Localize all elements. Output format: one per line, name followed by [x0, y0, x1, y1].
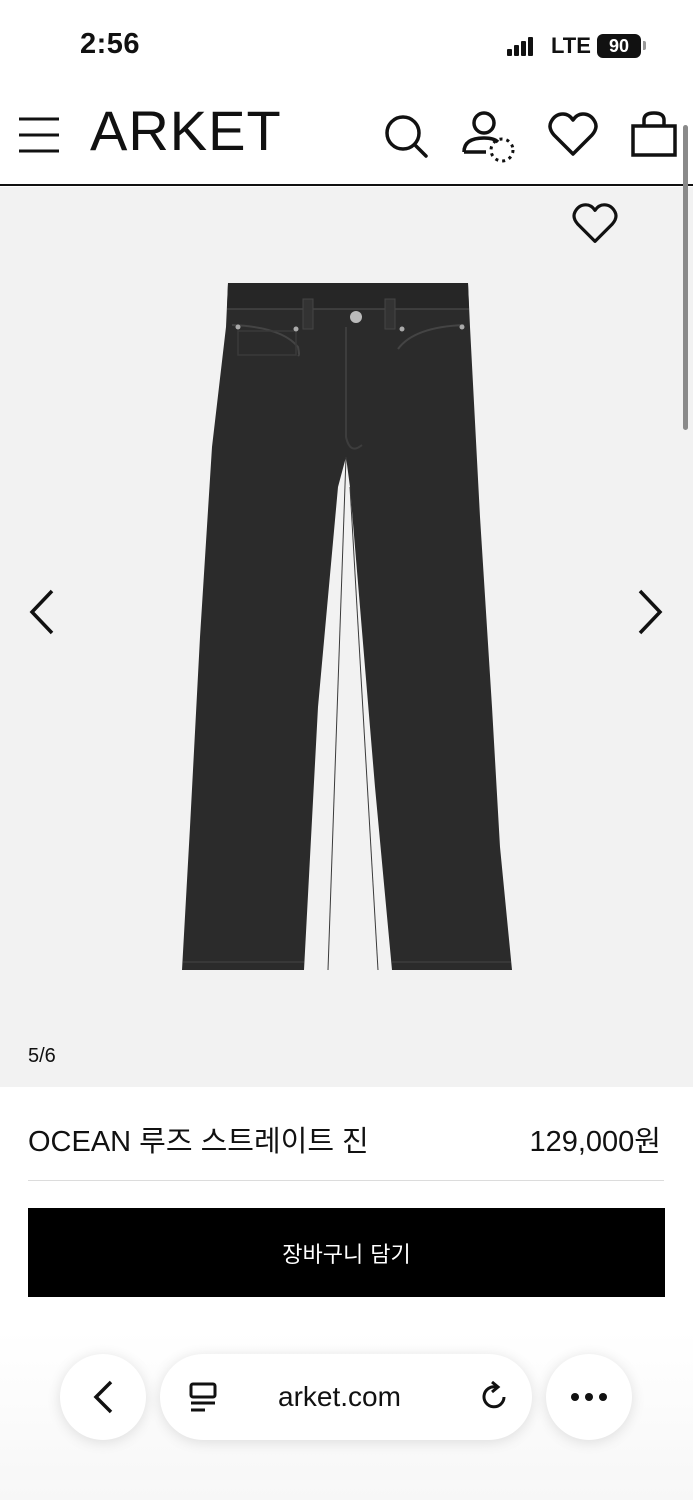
wishlist-icon[interactable] — [548, 112, 598, 158]
signal-icon — [507, 36, 535, 56]
product-image — [182, 283, 512, 971]
scrollbar[interactable] — [683, 125, 688, 430]
battery-icon: 90 — [597, 34, 641, 58]
browser-back-button[interactable] — [60, 1354, 146, 1440]
search-icon[interactable] — [382, 112, 430, 160]
image-wishlist-icon[interactable] — [572, 203, 618, 245]
browser-toolbar: arket.com — [0, 1330, 693, 1500]
url-text: arket.com — [278, 1381, 401, 1412]
image-counter: 5/6 — [28, 1045, 56, 1067]
chevron-left-icon — [93, 1380, 113, 1414]
reload-icon[interactable] — [478, 1381, 510, 1413]
bag-icon[interactable] — [630, 110, 678, 158]
account-icon[interactable] — [460, 110, 518, 166]
product-name: OCEAN 루즈 스트레이트 진 — [28, 1126, 369, 1158]
site-header: ARKET — [0, 90, 693, 186]
url-bar[interactable]: arket.com — [160, 1354, 532, 1440]
network-type: LTE — [551, 33, 591, 58]
battery-tip — [643, 41, 646, 50]
menu-icon[interactable] — [18, 114, 60, 156]
arket-logo[interactable]: ARKET — [90, 98, 282, 163]
ellipsis-icon — [571, 1393, 607, 1401]
product-gallery[interactable]: 5/6 — [0, 187, 693, 1087]
status-time: 2:56 — [80, 28, 141, 60]
product-price: 129,000원 — [529, 1126, 661, 1158]
divider — [28, 1180, 664, 1181]
status-bar: 2:56 LTE 90 — [0, 0, 693, 90]
next-image-arrow[interactable] — [630, 587, 670, 637]
reader-icon — [189, 1382, 217, 1412]
previous-image-arrow[interactable] — [24, 587, 64, 637]
add-to-bag-button[interactable]: 장바구니 담기 — [28, 1208, 665, 1297]
more-options-button[interactable] — [546, 1354, 632, 1440]
